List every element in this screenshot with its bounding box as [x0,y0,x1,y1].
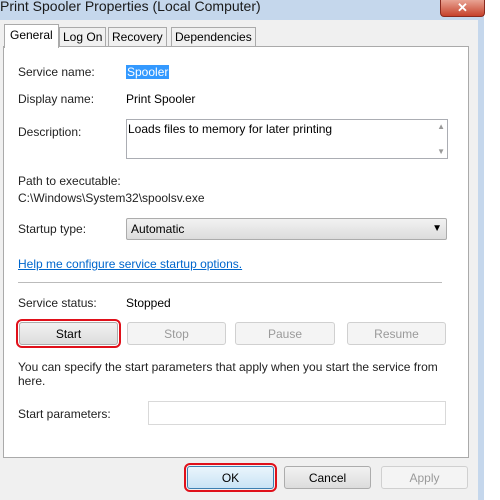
description-label: Description: [18,125,82,139]
close-icon[interactable]: ✕ [440,0,485,17]
general-tab-pane [3,46,469,458]
path-value: C:\Windows\System32\spoolsv.exe [18,191,205,205]
separator [18,282,442,283]
service-status-label: Service status: [18,296,97,310]
tab-general[interactable]: General [4,24,59,48]
service-name-field[interactable]: Spooler [126,65,170,79]
startup-type-select[interactable]: Automatic ▼ [126,218,447,240]
display-name-value: Print Spooler [126,92,196,106]
resume-button[interactable]: Resume [347,322,446,345]
service-status-value: Stopped [126,296,171,310]
scroll-down-icon[interactable]: ▼ [437,147,445,156]
description-text: Loads files to memory for later printing [128,122,333,136]
startup-type-value: Automatic [131,222,185,236]
stop-button[interactable]: Stop [127,322,226,345]
chevron-down-icon: ▼ [432,223,442,234]
start-params-label: Start parameters: [18,407,111,421]
path-label: Path to executable: [18,174,121,188]
display-name-label: Display name: [18,92,95,106]
description-box[interactable]: Loads files to memory for later printing… [126,119,448,159]
start-params-hint: You can specify the start parameters tha… [18,360,438,388]
window-title: Print Spooler Properties (Local Computer… [0,0,261,14]
tab-log-on[interactable]: Log On [59,27,107,47]
tab-recovery[interactable]: Recovery [108,27,167,47]
start-params-input[interactable] [148,401,446,425]
scroll-up-icon[interactable]: ▲ [437,122,445,131]
pause-button[interactable]: Pause [235,322,335,345]
start-button[interactable]: Start [16,319,121,348]
service-name-label: Service name: [18,65,95,79]
help-link[interactable]: Help me configure service startup option… [18,257,242,271]
startup-type-label: Startup type: [18,222,87,236]
tab-dependencies[interactable]: Dependencies [171,27,256,47]
cancel-button[interactable]: Cancel [284,466,371,489]
apply-button[interactable]: Apply [381,466,468,489]
ok-button[interactable]: OK [184,463,277,492]
